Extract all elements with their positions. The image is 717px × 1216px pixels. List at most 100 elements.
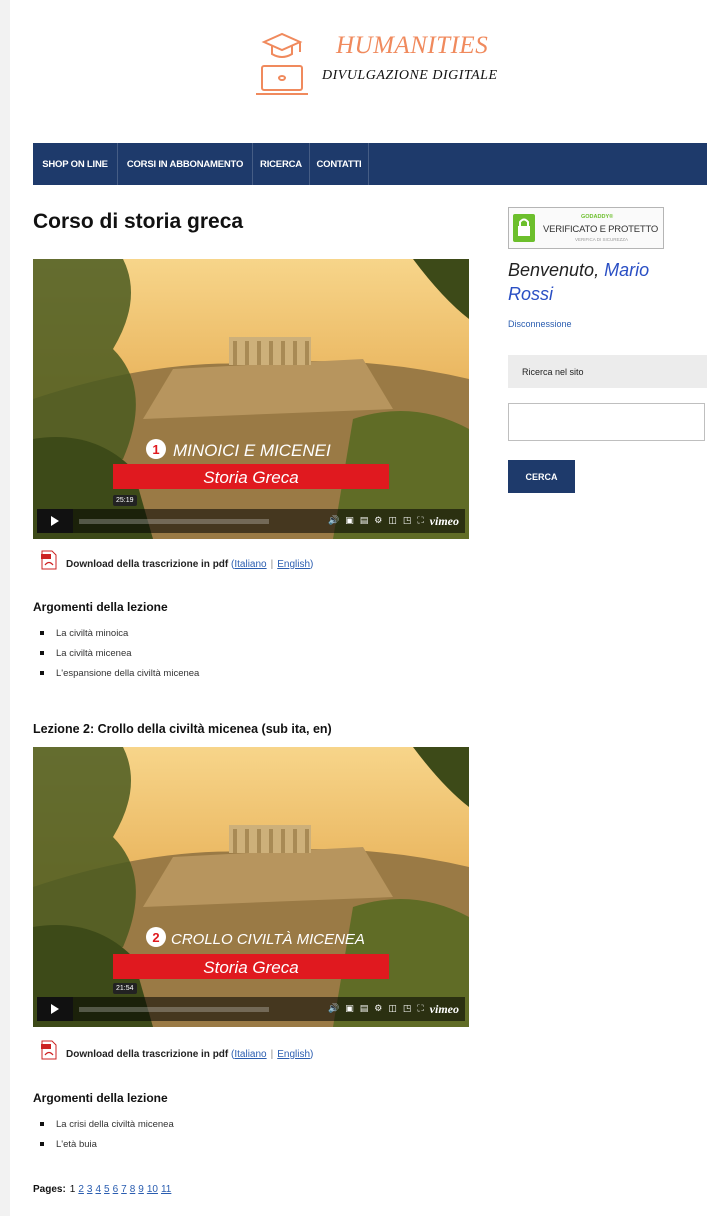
progress-bar[interactable] — [79, 518, 269, 524]
control-icons: 🔊 ▣ ▤ ⚙ ◫ ◳ ⛶ vimeo — [328, 514, 465, 529]
page-link[interactable]: 6 — [113, 1184, 119, 1195]
progress-bar[interactable] — [79, 1006, 269, 1012]
search-heading-text: Ricerca nel sito — [522, 366, 584, 377]
badge-sub-text: VERIFICA DI SICUREZZA — [575, 237, 629, 242]
bullet-icon — [40, 1142, 44, 1146]
list-item: La crisi della civiltà micenea — [40, 1114, 174, 1134]
pagination-label: Pages: — [33, 1184, 66, 1195]
site-subtitle: DIVULGAZIONE DIGITALE — [322, 68, 498, 83]
pdf-download-2: Download della trascrizione in pdf (Ital… — [40, 1040, 313, 1060]
captions-icon[interactable]: ▣ — [345, 516, 354, 526]
pdf-link-english[interactable]: English — [277, 1049, 310, 1060]
video-overlay-title: MINOICI E MICENEI — [173, 441, 331, 460]
bullet-icon — [40, 1122, 44, 1126]
video-overlay-subtitle: Storia Greca — [203, 468, 298, 487]
video-controls: 25:19 🔊 ▣ ▤ ⚙ ◫ ◳ ⛶ vimeo — [37, 495, 465, 533]
progress-area: 21:54 🔊 ▣ ▤ ⚙ ◫ ◳ ⛶ vimeo — [73, 983, 465, 1021]
play-icon — [51, 1004, 59, 1014]
graduation-laptop-icon — [256, 32, 308, 95]
site-logo[interactable]: HUMANITIES DIVULGAZIONE DIGITALE — [254, 26, 524, 102]
fullscreen-icon[interactable]: ⛶ — [417, 516, 423, 526]
pdf-close-paren: ) — [310, 559, 314, 570]
bullet-icon — [40, 671, 44, 675]
video-duration: 21:54 — [113, 983, 137, 994]
pdf-download-label: Download della trascrizione in pdf — [66, 1049, 229, 1060]
page-link[interactable]: 5 — [104, 1184, 110, 1195]
badge-main-text: VERIFICATO E PROTETTO — [543, 224, 659, 235]
bullet-icon — [40, 631, 44, 635]
main-nav: SHOP ON LINE CORSI IN ABBONAMENTO RICERC… — [33, 143, 707, 185]
video-player-lesson-1[interactable]: 1 MINOICI E MICENEI Storia Greca 25:19 🔊… — [33, 259, 469, 539]
pip-icon[interactable]: ◳ — [403, 516, 412, 526]
logout-link[interactable]: Disconnessione — [508, 319, 572, 329]
security-badge[interactable]: GODADDY® VERIFICATO E PROTETTO VERIFICA … — [508, 207, 664, 249]
cast-icon[interactable]: ◫ — [388, 1004, 397, 1014]
video-duration: 25:19 — [113, 495, 137, 506]
video-thumbnail: 1 MINOICI E MICENEI Storia Greca — [33, 259, 469, 539]
page-title: Corso di storia greca — [33, 210, 244, 233]
lesson-title-2: Lezione 2: Crollo della civiltà micenea … — [33, 722, 332, 736]
list-item: L'età buia — [40, 1134, 174, 1154]
video-overlay-title: CROLLO CIVILTÀ MICENEA — [171, 931, 365, 948]
page-link[interactable]: 10 — [147, 1184, 158, 1195]
bullet-icon — [40, 651, 44, 655]
settings-icon[interactable]: ⚙ — [374, 1004, 382, 1014]
progress-area: 25:19 🔊 ▣ ▤ ⚙ ◫ ◳ ⛶ vimeo — [73, 495, 465, 533]
site-title: HUMANITIES — [336, 32, 489, 59]
play-button[interactable] — [37, 997, 73, 1021]
search-input[interactable] — [508, 403, 705, 441]
pdf-close-paren: ) — [310, 1049, 314, 1060]
page-link[interactable]: 3 — [87, 1184, 93, 1195]
search-button[interactable]: CERCA — [508, 460, 575, 493]
pdf-download-label: Download della trascrizione in pdf — [66, 559, 229, 570]
pdf-icon — [41, 1040, 57, 1060]
nav-item-corsi[interactable]: CORSI IN ABBONAMENTO — [118, 143, 253, 185]
volume-icon[interactable]: 🔊 — [328, 516, 339, 526]
search-heading: Ricerca nel sito — [508, 355, 707, 388]
list-item: L'espansione della civiltà micenea — [40, 663, 199, 683]
play-button[interactable] — [37, 509, 73, 533]
video-overlay-subtitle: Storia Greca — [203, 958, 298, 977]
lock-icon — [513, 214, 535, 242]
play-icon — [51, 516, 59, 526]
video-player-lesson-2[interactable]: 2 CROLLO CIVILTÀ MICENEA Storia Greca 21… — [33, 747, 469, 1027]
nav-item-shop[interactable]: SHOP ON LINE — [33, 143, 118, 185]
pdf-link-italiano[interactable]: Italiano — [234, 1049, 266, 1060]
video-controls: 21:54 🔊 ▣ ▤ ⚙ ◫ ◳ ⛶ vimeo — [37, 983, 465, 1021]
fullscreen-icon[interactable]: ⛶ — [417, 1004, 423, 1014]
vimeo-logo[interactable]: vimeo — [430, 1002, 459, 1017]
page-current: 1 — [69, 1184, 76, 1195]
lesson-number: 2 — [152, 930, 159, 945]
volume-icon[interactable]: 🔊 — [328, 1004, 339, 1014]
nav-item-ricerca[interactable]: RICERCA — [253, 143, 310, 185]
nav-item-contatti[interactable]: CONTATTI — [310, 143, 369, 185]
pdf-separator: | — [270, 559, 274, 570]
vimeo-logo[interactable]: vimeo — [430, 514, 459, 529]
pdf-link-italiano[interactable]: Italiano — [234, 559, 266, 570]
welcome-message: Benvenuto, Mario Rossi — [508, 258, 698, 306]
badge-brand: GODADDY® — [581, 214, 614, 220]
list-item: La civiltà micenea — [40, 643, 199, 663]
topics-list-2: La crisi della civiltà micenea L'età bui… — [40, 1114, 174, 1154]
control-icons: 🔊 ▣ ▤ ⚙ ◫ ◳ ⛶ vimeo — [328, 1002, 465, 1017]
page-link[interactable]: 4 — [95, 1184, 101, 1195]
pip-icon[interactable]: ◳ — [403, 1004, 412, 1014]
topics-heading-2: Argomenti della lezione — [33, 1091, 168, 1105]
page-link[interactable]: 2 — [78, 1184, 84, 1195]
transcript-icon[interactable]: ▤ — [360, 516, 369, 526]
cast-icon[interactable]: ◫ — [388, 516, 397, 526]
captions-icon[interactable]: ▣ — [345, 1004, 354, 1014]
page-link[interactable]: 11 — [161, 1184, 171, 1195]
transcript-icon[interactable]: ▤ — [360, 1004, 369, 1014]
pdf-icon — [41, 550, 57, 570]
pdf-link-english[interactable]: English — [277, 559, 310, 570]
page-link[interactable]: 9 — [138, 1184, 144, 1195]
page-left-border — [0, 0, 10, 1216]
settings-icon[interactable]: ⚙ — [374, 516, 382, 526]
page-link[interactable]: 7 — [121, 1184, 127, 1195]
topics-list-1: La civiltà minoica La civiltà micenea L'… — [40, 623, 199, 683]
pdf-download-1: Download della trascrizione in pdf (Ital… — [40, 550, 313, 570]
pdf-separator: | — [270, 1049, 274, 1060]
pagination: Pages: 1 2 3 4 5 6 7 8 9 10 11 — [33, 1184, 174, 1195]
page-link[interactable]: 8 — [130, 1184, 136, 1195]
